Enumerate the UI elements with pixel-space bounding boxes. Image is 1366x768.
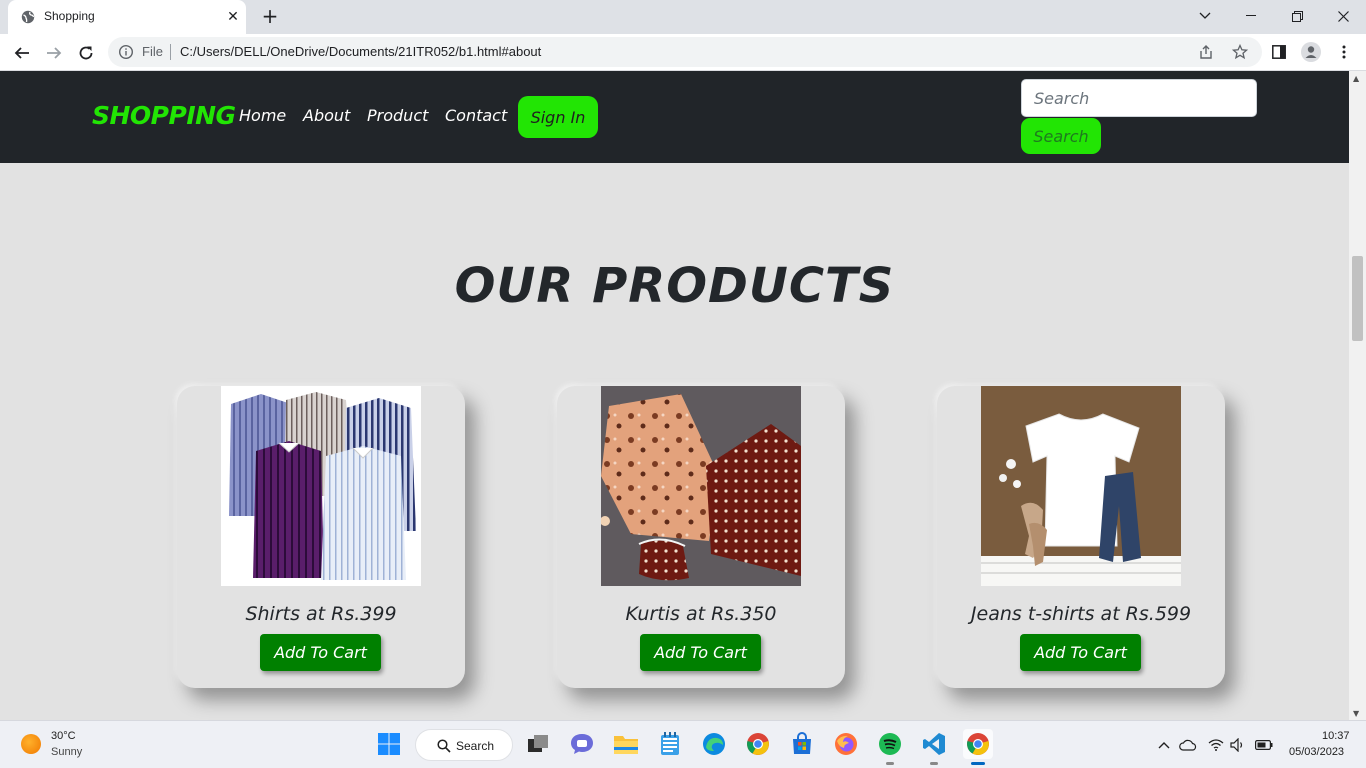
microsoft-store-icon[interactable] xyxy=(787,729,817,759)
battery-icon[interactable] xyxy=(1255,736,1273,754)
products-heading: OUR PRODUCTS xyxy=(454,258,895,314)
forward-icon[interactable] xyxy=(40,39,68,67)
scroll-down-arrow-icon[interactable]: ▼ xyxy=(1353,709,1359,718)
firefox-icon[interactable] xyxy=(831,729,861,759)
windows-start-icon[interactable] xyxy=(374,729,404,759)
reload-icon[interactable] xyxy=(72,39,100,67)
site-navbar: SHOPPING Home About Product Contact Sign… xyxy=(0,71,1349,163)
page-scrollbar[interactable]: ▲ ▼ xyxy=(1349,71,1366,720)
omnibox-divider xyxy=(170,44,171,60)
kurtis-image xyxy=(601,386,801,586)
edge-browser-icon[interactable] xyxy=(699,729,729,759)
close-window-icon[interactable] xyxy=(1320,0,1366,32)
nav-link-contact[interactable]: Contact xyxy=(445,106,507,125)
sign-in-button[interactable]: Sign In xyxy=(518,96,598,138)
clock-time[interactable]: 10:37 xyxy=(1322,730,1350,742)
restore-icon[interactable] xyxy=(1274,0,1320,32)
tab-search-chevron-icon[interactable] xyxy=(1182,0,1228,32)
product-card-shirts: Shirts at Rs.399 Add To Cart xyxy=(177,386,465,688)
browser-tab[interactable]: Shopping ✕ xyxy=(8,0,246,34)
browser-toolbar: File C:/Users/DELL/OneDrive/Documents/21… xyxy=(0,34,1366,71)
menu-kebab-icon[interactable] xyxy=(1334,42,1354,62)
clock-date[interactable]: 05/03/2023 xyxy=(1289,746,1344,758)
url-scheme-label: File xyxy=(142,44,163,59)
product-label: Shirts at Rs.399 xyxy=(245,603,397,625)
site-brand[interactable]: SHOPPING xyxy=(92,101,236,130)
product-card-jeans-tshirts: Jeans t-shirts at Rs.599 Add To Cart xyxy=(937,386,1225,688)
chrome-icon[interactable] xyxy=(743,729,773,759)
minimize-icon[interactable] xyxy=(1228,0,1274,32)
task-view-icon[interactable] xyxy=(523,729,553,759)
site-info-icon[interactable] xyxy=(118,44,134,60)
search-input[interactable] xyxy=(1021,79,1257,117)
jeans-tshirt-image xyxy=(981,386,1181,586)
tab-title: Shopping xyxy=(44,9,95,23)
address-bar[interactable]: File C:/Users/DELL/OneDrive/Documents/21… xyxy=(108,37,1262,67)
nav-link-about[interactable]: About xyxy=(303,106,350,125)
show-hidden-icons-chevron-icon[interactable] xyxy=(1155,736,1173,754)
wifi-icon[interactable] xyxy=(1207,736,1225,754)
taskbar-search-box[interactable]: Search xyxy=(415,729,513,761)
tab-strip: Shopping ✕ + xyxy=(0,0,1366,34)
side-panel-icon[interactable] xyxy=(1269,42,1289,62)
windows-taskbar: 30°C Sunny Search 10:37 05/03/2023 xyxy=(0,720,1366,768)
shirts-image xyxy=(221,386,421,586)
url-text[interactable]: C:/Users/DELL/OneDrive/Documents/21ITR05… xyxy=(180,44,541,59)
add-to-cart-button[interactable]: Add To Cart xyxy=(1020,634,1141,671)
new-tab-button[interactable]: + xyxy=(258,6,282,28)
volume-icon[interactable] xyxy=(1229,736,1247,754)
weather-condition[interactable]: Sunny xyxy=(51,746,82,758)
search-button[interactable]: Search xyxy=(1021,118,1101,154)
nav-link-product[interactable]: Product xyxy=(367,106,428,125)
weather-temperature[interactable]: 30°C xyxy=(51,730,76,742)
product-label: Kurtis at Rs.350 xyxy=(625,603,777,625)
globe-icon xyxy=(21,10,35,24)
file-explorer-icon[interactable] xyxy=(611,729,641,759)
spotify-icon[interactable] xyxy=(875,729,905,765)
onedrive-cloud-icon[interactable] xyxy=(1179,736,1197,754)
search-icon xyxy=(437,739,451,753)
teams-chat-icon[interactable] xyxy=(567,729,597,759)
scroll-up-arrow-icon[interactable]: ▲ xyxy=(1353,74,1359,83)
product-label: Jeans t-shirts at Rs.599 xyxy=(970,603,1192,625)
nav-link-home[interactable]: Home xyxy=(239,106,286,125)
profile-avatar-icon[interactable] xyxy=(1301,42,1321,62)
running-indicator xyxy=(886,762,894,765)
scroll-thumb[interactable] xyxy=(1352,256,1363,341)
running-indicator xyxy=(930,762,938,765)
notepad-icon[interactable] xyxy=(655,729,685,759)
share-icon[interactable] xyxy=(1198,44,1214,60)
sun-weather-icon[interactable] xyxy=(21,734,41,754)
product-card-kurtis: Kurtis at Rs.350 Add To Cart xyxy=(557,386,845,688)
bookmark-star-icon[interactable] xyxy=(1232,44,1248,60)
taskbar-search-label: Search xyxy=(456,739,495,753)
back-icon[interactable] xyxy=(8,39,36,67)
add-to-cart-button[interactable]: Add To Cart xyxy=(640,634,761,671)
page-viewport: SHOPPING Home About Product Contact Sign… xyxy=(0,71,1349,720)
chrome-active-icon[interactable] xyxy=(963,729,993,765)
tab-close-icon[interactable]: ✕ xyxy=(225,9,241,25)
vscode-icon[interactable] xyxy=(919,729,949,765)
add-to-cart-button[interactable]: Add To Cart xyxy=(260,634,381,671)
active-indicator xyxy=(971,762,985,765)
